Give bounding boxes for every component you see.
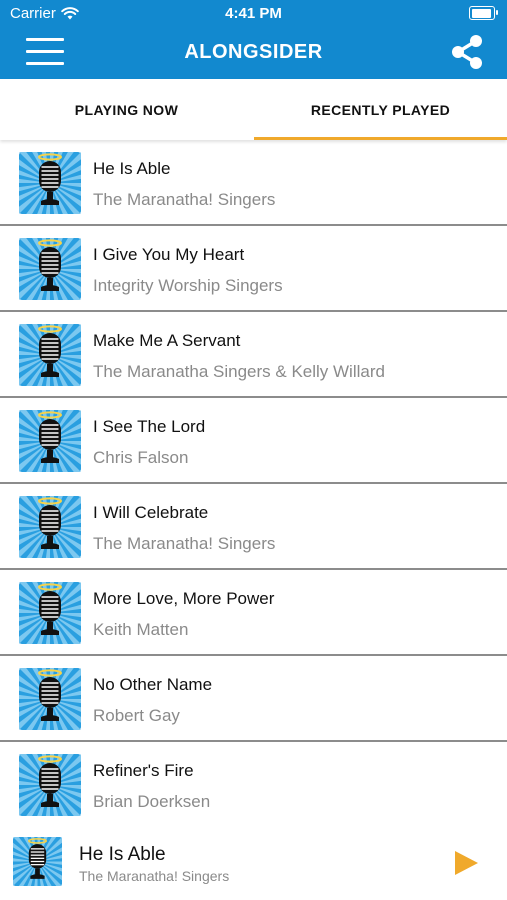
header-bar: Carrier 4:41 PM ALONGSIDER [0, 0, 507, 79]
album-art-microphone-icon [0, 814, 85, 900]
track-artist: The Maranatha! Singers [93, 190, 276, 209]
track-title: I See The Lord [93, 417, 206, 436]
clock: 4:41 PM [225, 5, 282, 22]
album-art-microphone-icon [0, 123, 110, 243]
mini-player[interactable]: He Is Able The Maranatha! Singers [0, 814, 507, 900]
track-title: He Is Able [93, 159, 171, 178]
hamburger-menu-icon[interactable] [26, 38, 64, 68]
album-art-microphone-icon [0, 725, 110, 845]
list-item[interactable]: I Give You My Heart Integrity Worship Si… [0, 209, 507, 329]
album-art-microphone-icon [0, 209, 110, 329]
track-title: I Will Celebrate [93, 503, 209, 522]
list-item[interactable]: More Love, More Power Keith Matten [0, 553, 507, 673]
tab-bar: PLAYING NOW RECENTLY PLAYED [0, 79, 507, 140]
recently-played-list: He Is Able The Maranatha! Singers I Give… [0, 123, 507, 845]
track-title: Refiner's Fire [93, 761, 194, 780]
list-item[interactable]: No Other Name Robert Gay [0, 639, 507, 759]
share-icon[interactable] [449, 34, 485, 70]
tab-playing-now[interactable]: PLAYING NOW [0, 79, 253, 140]
battery-icon [469, 6, 498, 20]
list-item[interactable]: Make Me A Servant The Maranatha Singers … [0, 295, 507, 415]
track-artist: Chris Falson [93, 448, 189, 467]
list-item[interactable]: I Will Celebrate The Maranatha! Singers [0, 467, 507, 587]
album-art-microphone-icon [0, 639, 110, 759]
track-artist: Integrity Worship Singers [93, 276, 283, 295]
list-item[interactable]: He Is Able The Maranatha! Singers [0, 123, 507, 243]
now-playing-title: He Is Able [79, 844, 166, 865]
track-artist: Keith Matten [93, 620, 189, 639]
list-item[interactable]: Refiner's Fire Brian Doerksen [0, 725, 507, 845]
track-title: I Give You My Heart [93, 245, 245, 264]
tab-recently-played[interactable]: RECENTLY PLAYED [254, 79, 507, 140]
track-artist: Brian Doerksen [93, 792, 211, 811]
album-art-microphone-icon [0, 381, 110, 501]
track-title: Make Me A Servant [93, 331, 241, 350]
album-art-microphone-icon [0, 295, 110, 415]
album-art-microphone-icon [0, 553, 110, 673]
track-title: No Other Name [93, 675, 213, 694]
track-artist: The Maranatha Singers & Kelly Willard [93, 362, 385, 381]
status-bar: Carrier 4:41 PM [0, 0, 507, 28]
now-playing-artist: The Maranatha! Singers [79, 868, 230, 884]
album-art-microphone-icon [0, 467, 110, 587]
track-title: More Love, More Power [93, 589, 275, 608]
play-icon[interactable] [452, 849, 480, 877]
track-artist: The Maranatha! Singers [93, 534, 276, 553]
app-title: ALONGSIDER [184, 41, 323, 63]
list-item[interactable]: I See The Lord Chris Falson [0, 381, 507, 501]
track-artist: Robert Gay [93, 706, 180, 725]
